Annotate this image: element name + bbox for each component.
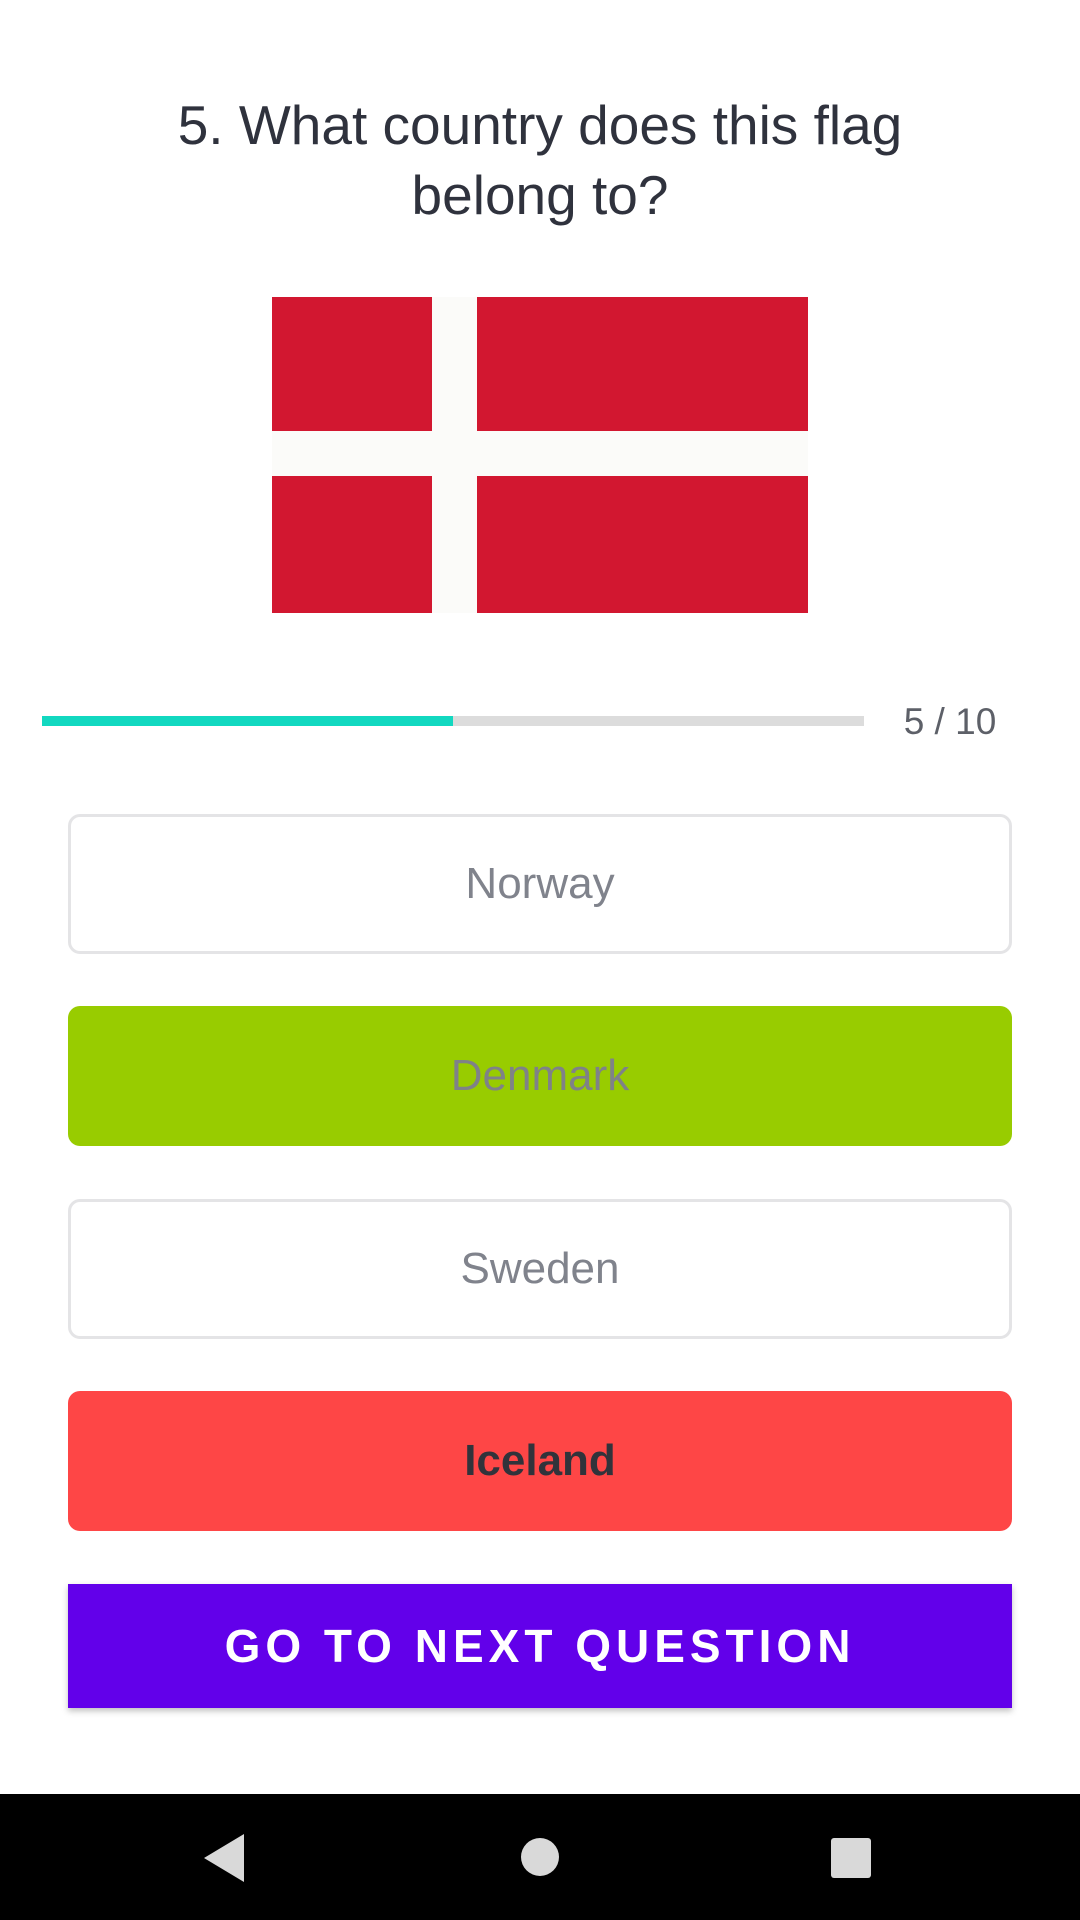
answer-option-label: Sweden [460,1244,620,1293]
progress-counter: 5 / 10 [903,701,997,742]
next-question-button[interactable]: GO TO NEXT QUESTION [68,1584,1012,1708]
answer-option-denmark[interactable]: Denmark [68,1006,1012,1146]
home-circle-icon[interactable] [521,1838,559,1876]
progress-bar [42,716,864,726]
flag-cross-horizontal [272,431,808,476]
answer-option-label: Norway [465,859,615,908]
answer-option-iceland[interactable]: Iceland [68,1391,1012,1531]
question-text: 5. What country does this flag belong to… [177,94,903,226]
recents-square-icon[interactable] [831,1838,871,1878]
system-navigation-bar [0,1794,1080,1920]
denmark-flag [272,297,808,613]
answer-option-sweden[interactable]: Sweden [68,1199,1012,1339]
answer-option-label: Iceland [464,1436,616,1485]
back-triangle-icon[interactable] [204,1834,244,1882]
answer-option-label: Denmark [450,1051,630,1100]
answer-option-norway[interactable]: Norway [68,814,1012,954]
progress-bar-fill [42,716,453,726]
